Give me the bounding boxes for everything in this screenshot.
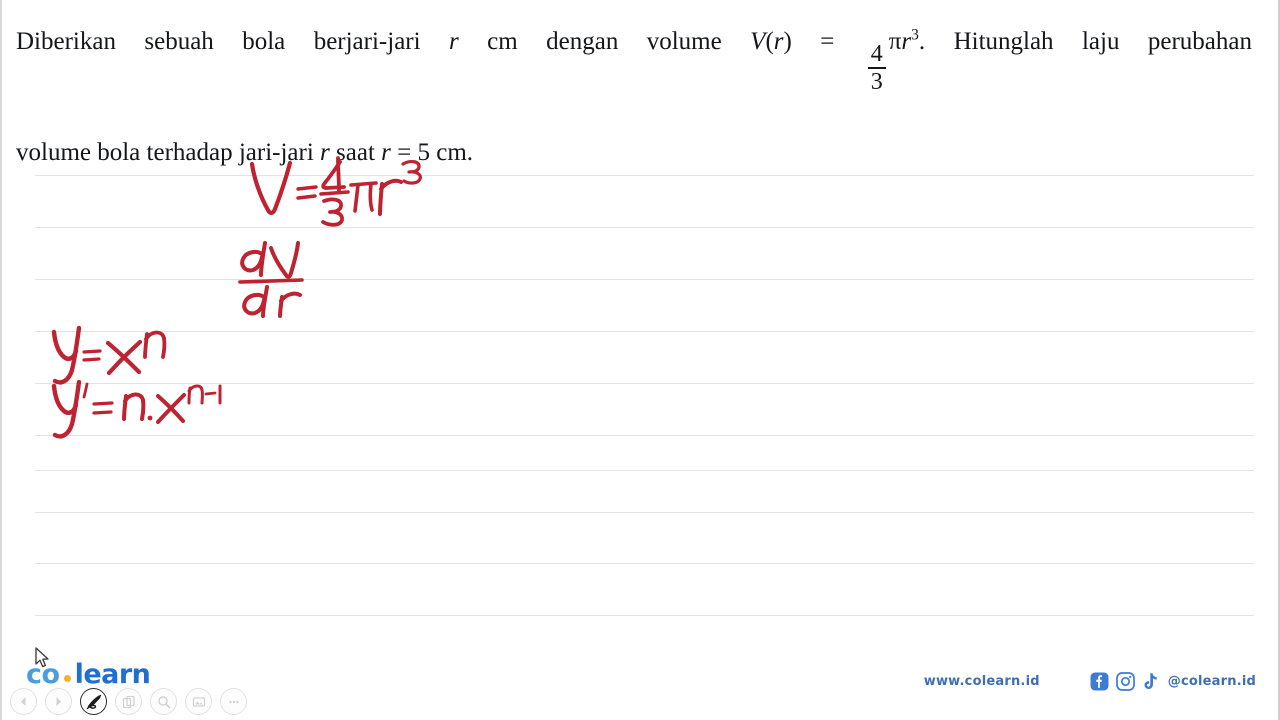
handwritten-derivative-notation [238, 237, 338, 319]
pen-tool-button[interactable] [80, 688, 107, 715]
volume-symbol-v: V [750, 28, 766, 55]
copy-button[interactable] [115, 688, 142, 715]
radius-symbol: r [901, 28, 912, 55]
question-variable-r1: r [449, 28, 459, 55]
handwritten-power-rule-derivative [50, 378, 240, 446]
redo-button[interactable] [45, 688, 72, 715]
paren-close: ) [783, 28, 792, 55]
notebook-rule-line [35, 175, 1254, 176]
equals-sign: = [820, 28, 835, 55]
notebook-rule-line [35, 615, 1254, 616]
logo-dot [63, 674, 71, 682]
question-line1-text-2: cm dengan volume [487, 28, 722, 55]
notebook-rule-line [35, 563, 1254, 564]
pi-symbol: π [888, 28, 902, 55]
footer-branding: www.colearn.id @colearn.id [924, 672, 1256, 691]
worksheet-page: Diberikan sebuah bola berjari-jari r cm … [0, 0, 1280, 720]
question-line-1: Diberikan sebuah bola berjari-jari r cm … [16, 22, 1252, 133]
question-line1-text-3: . Hitunglah laju perubahan [918, 28, 1252, 55]
question-text: Diberikan sebuah bola berjari-jari r cm … [16, 22, 1252, 172]
social-handle: @colearn.id [1167, 674, 1256, 689]
handwritten-volume-formula [248, 156, 433, 227]
zoom-button[interactable] [150, 688, 177, 715]
logo-text-learn: learn [74, 659, 151, 690]
facebook-icon[interactable] [1090, 672, 1109, 691]
question-line1-text-1: Diberikan sebuah bola berjari-jari [16, 28, 421, 55]
paren-open: ( [765, 28, 774, 55]
fraction-denominator: 3 [870, 69, 883, 96]
volume-argument-r: r [773, 28, 784, 55]
undo-button[interactable] [10, 688, 37, 715]
notebook-rule-line [35, 227, 1254, 228]
colearn-logo: co learn [26, 659, 151, 690]
question-volume-expression: V(r) [750, 28, 792, 55]
volume-formula: 4 3 πr3 [863, 26, 919, 94]
radius-exponent: 3 [911, 26, 919, 44]
fraction-four-thirds: 43 [867, 41, 886, 96]
fraction-numerator: 4 [870, 41, 883, 68]
logo-text-co: co [26, 659, 60, 690]
more-button[interactable] [220, 688, 247, 715]
notebook-rule-line [35, 331, 1254, 332]
question-line-2: volume bola terhadap jari-jari r saat r … [16, 133, 1252, 172]
website-url[interactable]: www.colearn.id [924, 674, 1040, 689]
bottom-toolbar [10, 688, 247, 715]
social-icons [1090, 672, 1159, 691]
notebook-rule-line [35, 512, 1254, 513]
image-button[interactable] [185, 688, 212, 715]
notebook-rule-line [35, 279, 1254, 280]
instagram-icon[interactable] [1115, 672, 1135, 691]
notebook-rule-line [35, 470, 1254, 471]
tiktok-icon[interactable] [1142, 672, 1159, 691]
